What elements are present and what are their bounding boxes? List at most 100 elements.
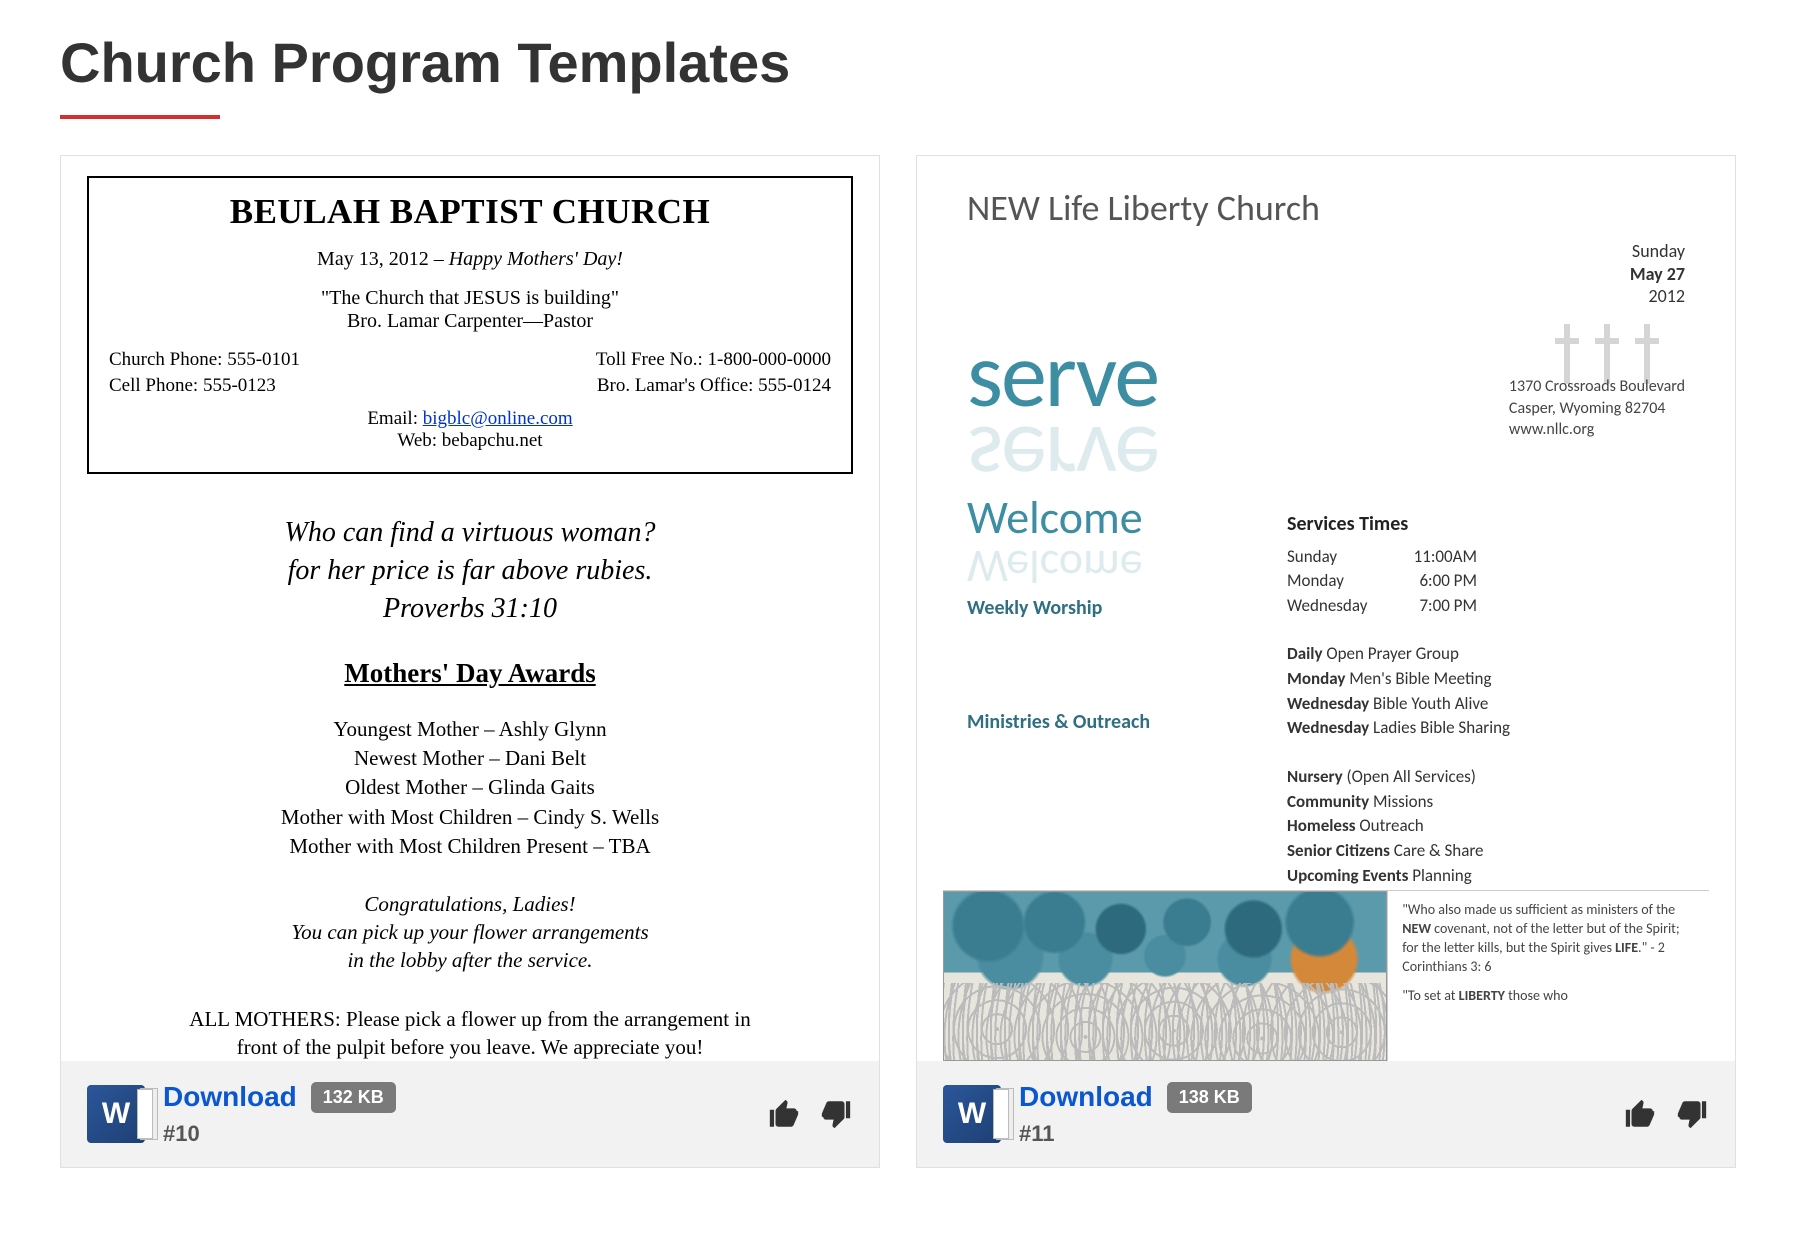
t1-slogan: "The Church that JESUS is building" — [109, 287, 831, 310]
t2-addr-line: www.nllc.org — [1509, 419, 1685, 441]
template-preview[interactable]: NEW Life Liberty Church Sunday May 27 20… — [917, 156, 1735, 1061]
t1-awards-heading: Mothers' Day Awards — [87, 658, 853, 689]
t2-min-text: Care & Share — [1390, 840, 1484, 861]
t1-script-line: Proverbs 31:10 — [87, 590, 853, 628]
t2-quote-box: "Who also made us sufficient as minister… — [1387, 891, 1709, 1061]
t2-welcome: Welcome Welcome — [967, 490, 1247, 546]
t1-allmothers-line: front of the pulpit before you leave. We… — [87, 1033, 853, 1061]
download-info: Download 138 KB #11 — [1019, 1081, 1252, 1147]
t1-church-name: BEULAH BAPTIST CHURCH — [109, 192, 831, 232]
t1-script-line: Who can find a virtuous woman? — [87, 514, 853, 552]
thumbs-up-icon[interactable] — [1623, 1097, 1657, 1131]
t2-min-label: Community — [1287, 791, 1369, 812]
thumbs-down-icon[interactable] — [819, 1097, 853, 1131]
t2-weekly-text: Bible Youth Alive — [1369, 693, 1488, 714]
t2-min-label: Upcoming Events — [1287, 865, 1408, 886]
t2-addr-line: Casper, Wyoming 82704 — [1509, 398, 1685, 420]
word-icon — [943, 1085, 1001, 1143]
t1-email-line: Email: bigblc@online.com — [109, 408, 831, 430]
t2-svc-day: Sunday — [1287, 545, 1337, 570]
t2-container: NEW Life Liberty Church Sunday May 27 20… — [943, 176, 1709, 1061]
download-info: Download 132 KB #10 — [163, 1081, 396, 1147]
word-icon — [87, 1085, 145, 1143]
template-card: BEULAH BAPTIST CHURCH May 13, 2012 – Hap… — [60, 155, 880, 1168]
t2-date-day: Sunday — [1630, 240, 1685, 263]
t2-weekly-label: Wednesday — [1287, 717, 1369, 738]
t2-bottom-row: "Who also made us sufficient as minister… — [943, 890, 1709, 1061]
t2-church-name: NEW Life Liberty Church — [967, 186, 1320, 230]
t1-date-prefix: May 13, 2012 – — [317, 248, 449, 270]
t2-address: 1370 Crossroads Boulevard Casper, Wyomin… — [1509, 376, 1685, 441]
t1-script-line: for her price is far above rubies. — [87, 552, 853, 590]
t2-section-ministries: Ministries & Outreach — [967, 710, 1247, 734]
t2-svc-time: 7:00 PM — [1419, 594, 1477, 619]
t1-web: Web: bebapchu.net — [109, 430, 831, 452]
t1-email-link: bigblc@online.com — [423, 408, 573, 429]
t2-svc-time: 11:00AM — [1414, 545, 1477, 570]
t2-min-text: Planning — [1408, 865, 1471, 886]
t1-all-mothers: ALL MOTHERS: Please pick a flower up fro… — [87, 1005, 853, 1062]
template-card: NEW Life Liberty Church Sunday May 27 20… — [916, 155, 1736, 1168]
t2-welcome-reflect: Welcome — [967, 538, 1143, 594]
t1-congrats-line: Congratulations, Ladies! — [87, 890, 853, 918]
cards-row: BEULAH BAPTIST CHURCH May 13, 2012 – Hap… — [60, 155, 1754, 1168]
t1-scripture: Who can find a virtuous woman? for her p… — [87, 514, 853, 627]
t1-cell-phone: Cell Phone: 555-0123 — [109, 373, 300, 399]
t2-quote-text: "To set at — [1402, 987, 1458, 1004]
t1-pastor: Bro. Lamar Carpenter—Pastor — [109, 310, 831, 333]
t1-award-item: Mother with Most Children Present – TBA — [87, 832, 853, 861]
t2-weekly-label: Monday — [1287, 668, 1345, 689]
item-number: #10 — [163, 1121, 396, 1147]
t2-artwork — [943, 891, 1387, 1061]
template-preview[interactable]: BEULAH BAPTIST CHURCH May 13, 2012 – Hap… — [61, 156, 879, 1061]
t2-weekly-text: Ladies Bible Sharing — [1369, 717, 1510, 738]
t1-congrats-line: You can pick up your flower arrangements — [87, 918, 853, 946]
title-underline — [60, 115, 220, 119]
t1-awards-list: Youngest Mother – Ashly Glynn Newest Mot… — [87, 715, 853, 862]
t2-weekly-text: Men's Bible Meeting — [1345, 668, 1491, 689]
t1-congrats: Congratulations, Ladies! You can pick up… — [87, 890, 853, 975]
t1-email-label: Email: — [367, 408, 422, 429]
t2-min-label: Nursery — [1287, 766, 1343, 787]
t2-crosses-icon — [1549, 324, 1665, 384]
t2-min-label: Senior Citizens — [1287, 840, 1390, 861]
t1-award-item: Youngest Mother – Ashly Glynn — [87, 715, 853, 744]
t2-min-text: (Open All Services) — [1343, 766, 1476, 787]
t1-church-phone: Church Phone: 555-0101 — [109, 347, 300, 373]
t1-date-italic: Happy Mothers' Day! — [449, 248, 623, 270]
t1-office: Bro. Lamar's Office: 555-0124 — [596, 373, 831, 399]
t1-date-line: May 13, 2012 – Happy Mothers' Day! — [109, 248, 831, 271]
thumbs-up-icon[interactable] — [767, 1097, 801, 1131]
t2-date-block: Sunday May 27 2012 — [1630, 240, 1685, 308]
t1-award-item: Mother with Most Children – Cindy S. Wel… — [87, 803, 853, 832]
download-link[interactable]: Download — [163, 1081, 297, 1113]
t2-weekly-label: Wednesday — [1287, 693, 1369, 714]
thumbs-down-icon[interactable] — [1675, 1097, 1709, 1131]
t2-min-label: Homeless — [1287, 815, 1356, 836]
t1-award-item: Newest Mother – Dani Belt — [87, 744, 853, 773]
t2-weekly-text: Open Prayer Group — [1323, 643, 1459, 664]
page-title: Church Program Templates — [60, 30, 1754, 95]
t1-congrats-line: in the lobby after the service. — [87, 946, 853, 974]
t2-quote-text: "Who also made us sufficient as minister… — [1402, 901, 1675, 918]
t2-svc-day: Monday — [1287, 569, 1344, 594]
t2-quote-bold: LIBERTY — [1459, 987, 1505, 1004]
t2-quote-text: those who — [1505, 987, 1568, 1004]
t1-award-item: Oldest Mother – Glinda Gaits — [87, 773, 853, 802]
card-footer: Download 132 KB #10 — [61, 1061, 879, 1167]
t2-services-head: Services Times — [1287, 510, 1685, 539]
t2-weekly-label: Daily — [1287, 643, 1323, 664]
t1-tollfree: Toll Free No.: 1-800-000-0000 — [596, 347, 831, 373]
item-number: #11 — [1019, 1121, 1252, 1147]
size-badge: 132 KB — [311, 1082, 396, 1113]
t2-quote-bold: NEW — [1402, 920, 1431, 937]
t2-quote-bold: LIFE — [1615, 939, 1638, 956]
t2-section-weekly: Weekly Worship — [967, 596, 1247, 620]
t2-min-text: Missions — [1369, 791, 1433, 812]
t2-date-bold: May 27 — [1630, 263, 1685, 286]
t2-svc-time: 6:00 PM — [1419, 569, 1477, 594]
t2-min-text: Outreach — [1356, 815, 1424, 836]
download-link[interactable]: Download — [1019, 1081, 1153, 1113]
card-footer: Download 138 KB #11 — [917, 1061, 1735, 1167]
t2-weekly-block: Daily Open Prayer Group Monday Men's Bib… — [1287, 642, 1685, 741]
